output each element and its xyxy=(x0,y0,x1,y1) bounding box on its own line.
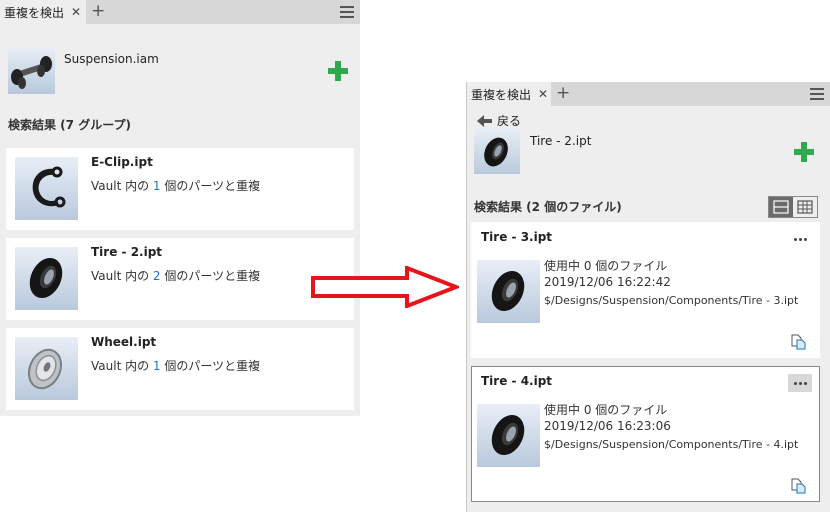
date-text: 2019/12/06 16:22:42 xyxy=(544,275,671,289)
document-icon[interactable] xyxy=(790,478,806,494)
tab-find-duplicates[interactable]: 重複を検出 ✕ xyxy=(467,82,551,106)
plus-icon[interactable]: + xyxy=(556,84,570,102)
path-text: $/Designs/Suspension/Components/Tire - 3… xyxy=(544,294,799,307)
wheel-icon xyxy=(15,337,78,400)
transition-arrow-icon xyxy=(311,266,459,308)
group-card-e-clip[interactable]: E-Clip.ipt Vault 内の 1 個のパーツと重複 xyxy=(6,148,354,230)
back-button[interactable]: 戻る xyxy=(477,112,521,129)
assembly-thumbnail xyxy=(8,47,55,94)
list-view-button[interactable] xyxy=(769,197,793,217)
view-toggle xyxy=(768,196,818,218)
group-card-wheel[interactable]: Wheel.ipt Vault 内の 1 個のパーツと重複 xyxy=(6,328,354,410)
back-label: 戻る xyxy=(497,114,522,128)
document-icon[interactable] xyxy=(790,334,806,350)
usage-text: 使用中 0 個のファイル xyxy=(544,403,668,417)
hamburger-icon[interactable] xyxy=(810,88,824,100)
usage-text: 使用中 0 個のファイル xyxy=(544,259,668,273)
add-button[interactable] xyxy=(328,61,348,81)
ellipsis-icon[interactable] xyxy=(788,374,812,392)
tab-find-duplicates[interactable]: 重複を検出 ✕ xyxy=(0,0,86,24)
source-file-name: Tire - 2.ipt xyxy=(530,134,592,148)
add-button[interactable] xyxy=(794,142,814,162)
tire-thumbnail xyxy=(474,128,520,174)
list-view-icon xyxy=(773,200,789,214)
grid-view-icon xyxy=(797,200,813,214)
group-title: Tire - 2.ipt xyxy=(91,245,163,259)
right-panel: 重複を検出 ✕ + 戻る Tire - 2.ipt 検索結果 (2 個のファイル… xyxy=(466,82,830,512)
e-clip-icon xyxy=(15,157,78,220)
group-subtitle: Vault 内の 1 個のパーツと重複 xyxy=(91,179,261,193)
source-file-name: Suspension.iam xyxy=(64,52,159,66)
tire-icon xyxy=(477,404,540,467)
hamburger-icon[interactable] xyxy=(340,6,354,18)
group-subtitle: Vault 内の 2 個のパーツと重複 xyxy=(91,269,261,283)
left-panel: 重複を検出 ✕ + Suspension.iam 検索結果 (7 グループ) E… xyxy=(0,0,360,416)
path-text: $/Designs/Suspension/Components/Tire - 4… xyxy=(544,438,799,451)
close-icon[interactable]: ✕ xyxy=(71,5,81,19)
duplicate-count: 1 xyxy=(152,179,161,193)
tab-label: 重複を検出 xyxy=(471,87,532,102)
file-card-tire-3[interactable]: Tire - 3.ipt 使用中 0 個のファイル 2019/12/06 16:… xyxy=(471,222,820,358)
close-icon[interactable]: ✕ xyxy=(538,87,548,101)
tire-icon xyxy=(15,247,78,310)
duplicate-count: 1 xyxy=(152,359,161,373)
ellipsis-icon[interactable] xyxy=(788,230,812,248)
tire-icon xyxy=(477,260,540,323)
tab-bar: 重複を検出 ✕ + xyxy=(0,0,360,24)
duplicate-count: 2 xyxy=(152,269,161,283)
group-title: Wheel.ipt xyxy=(91,335,157,349)
tab-label: 重複を検出 xyxy=(4,5,65,20)
file-card-tire-4[interactable]: Tire - 4.ipt 使用中 0 個のファイル 2019/12/06 16:… xyxy=(471,366,820,502)
arrow-left-icon xyxy=(477,114,492,127)
group-card-tire-2[interactable]: Tire - 2.ipt Vault 内の 2 個のパーツと重複 xyxy=(6,238,354,320)
results-title: 検索結果 (7 グループ) xyxy=(8,118,131,132)
date-text: 2019/12/06 16:23:06 xyxy=(544,419,671,433)
group-subtitle: Vault 内の 1 個のパーツと重複 xyxy=(91,359,261,373)
file-title: Tire - 4.ipt xyxy=(481,374,553,388)
grid-view-button[interactable] xyxy=(793,197,817,217)
tab-bar: 重複を検出 ✕ + xyxy=(467,82,830,106)
file-title: Tire - 3.ipt xyxy=(481,230,553,244)
group-title: E-Clip.ipt xyxy=(91,155,153,169)
plus-icon[interactable]: + xyxy=(91,2,105,20)
results-title: 検索結果 (2 個のファイル) xyxy=(474,200,622,214)
